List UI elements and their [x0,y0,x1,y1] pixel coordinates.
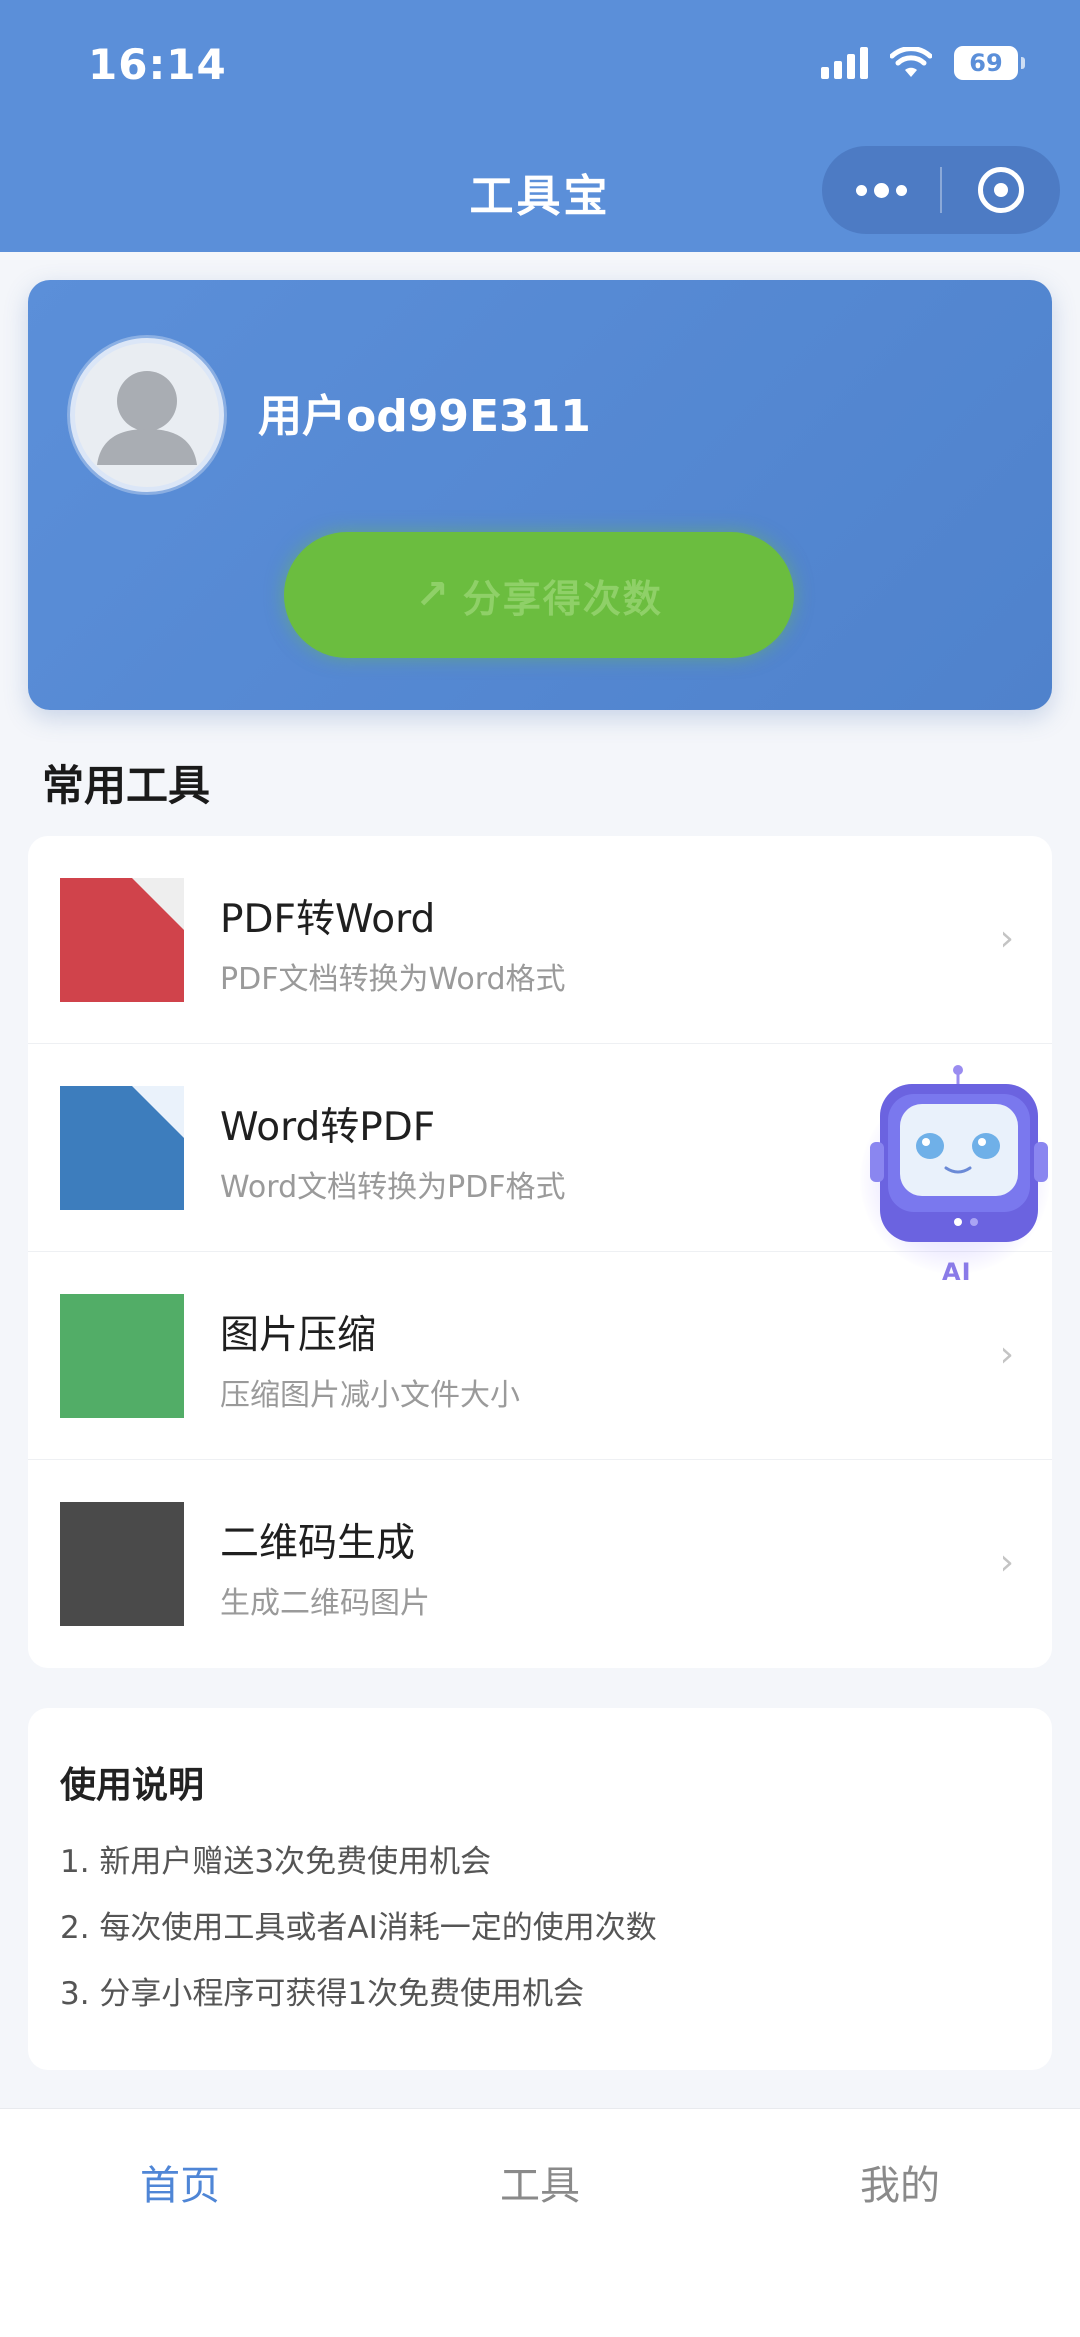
tab-home[interactable]: 首页 [0,2109,360,2337]
tab-mine[interactable]: 我的 [720,2109,1080,2337]
instructions-card: 使用说明 1. 新用户赠送3次免费使用机会 2. 每次使用工具或者AI消耗一定的… [28,1708,1052,2070]
tab-bar: 首页 工具 我的 [0,2108,1080,2337]
header-bar: 16:14 69 工具宝 [0,0,1080,252]
tool-desc: 压缩图片减小文件大小 [220,1378,520,1413]
chevron-right-icon: › [999,918,1014,959]
tool-name: 二维码生成 [220,1521,416,1566]
avatar[interactable] [70,338,224,492]
word-to-pdf-icon [60,1086,184,1210]
ai-assistant-button[interactable]: AI [860,1058,1070,1288]
status-time: 16:14 [88,40,227,89]
tool-row-pdf-to-word[interactable]: PDF转Word PDF文档转换为Word格式 › [28,836,1052,1044]
user-placeholder-icon [97,371,197,465]
tool-desc: PDF文档转换为Word格式 [220,962,566,997]
close-miniprogram-button[interactable] [942,146,1060,234]
qrcode-icon [60,1502,184,1626]
tool-desc: 生成二维码图片 [220,1586,430,1621]
more-dots-icon [855,182,907,198]
tool-desc: Word文档转换为PDF格式 [220,1170,566,1205]
wifi-icon [890,47,932,77]
robot-icon [870,1065,1048,1242]
image-compress-icon [60,1294,184,1418]
tab-tools[interactable]: 工具 [360,2109,720,2337]
status-icons: 69 [821,46,1025,80]
instruction-line: 3. 分享小程序可获得1次免费使用机会 [60,1976,585,2012]
instruction-line: 1. 新用户赠送3次免费使用机会 [60,1844,492,1880]
tool-name: 图片压缩 [220,1313,377,1358]
profile-card: 用户od99E311 ↗ 分享得次数 [28,280,1052,710]
signal-icon [821,47,868,79]
share-button-label: 分享得次数 [462,576,663,621]
pdf-to-word-icon [60,878,184,1002]
chevron-right-icon: › [999,1542,1014,1583]
tool-name: PDF转Word [220,897,436,942]
share-arrow-icon: ↗ [415,572,449,618]
chevron-right-icon: › [999,1334,1014,1375]
username: 用户od99E311 [258,391,591,442]
miniprogram-capsule [822,146,1060,234]
ai-label: AI [942,1258,972,1286]
more-button[interactable] [822,146,940,234]
tool-row-qrcode[interactable]: 二维码生成 生成二维码图片 › [28,1460,1052,1668]
share-button[interactable]: ↗ 分享得次数 [284,532,794,658]
instructions-title: 使用说明 [60,1765,205,1806]
tool-name: Word转PDF [220,1105,436,1150]
instruction-line: 2. 每次使用工具或者AI消耗一定的使用次数 [60,1910,657,1946]
section-title: 常用工具 [42,761,211,810]
target-icon [978,167,1024,213]
battery-icon: 69 [954,46,1025,80]
